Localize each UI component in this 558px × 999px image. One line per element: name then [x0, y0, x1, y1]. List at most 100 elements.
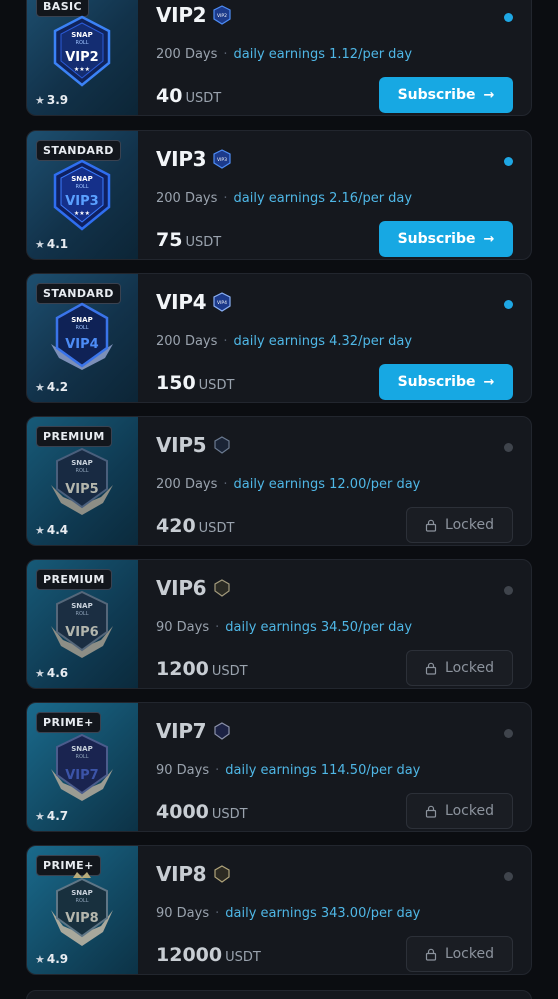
- emblem-brand-bottom: ROLL: [76, 325, 89, 331]
- subscribe-button[interactable]: Subscribe →: [379, 77, 513, 113]
- vip-badge-icon: VIP3: [213, 149, 231, 169]
- rating: ★ 4.1: [35, 237, 69, 251]
- svg-text:★★★: ★★★: [74, 66, 90, 73]
- vip-plan-card[interactable]: BASIC SNAP ROLL VIP2 ★★★ ★ 3.9 VIP2 VIP2 …: [26, 0, 532, 116]
- star-icon: ★: [35, 810, 45, 823]
- emblem-brand-top: SNAP: [71, 745, 92, 753]
- locked-button[interactable]: Locked: [406, 793, 513, 829]
- emblem-brand-bottom: ROLL: [76, 611, 89, 617]
- emblem-brand-top: SNAP: [71, 459, 92, 467]
- locked-button[interactable]: Locked: [406, 936, 513, 972]
- locked-button[interactable]: Locked: [406, 650, 513, 686]
- plan-meta: 90 Days · daily earnings 114.50/per day: [156, 763, 420, 778]
- vip-emblem-icon: SNAP ROLL VIP8: [49, 872, 115, 952]
- vip-plan-card[interactable]: STANDARD SNAP ROLL VIP4 ★ 4.2 VIP4 VIP4 2…: [26, 273, 532, 403]
- plan-price: 420 USDT: [156, 515, 234, 537]
- locked-button-label: Locked: [445, 660, 494, 676]
- plan-duration: 200 Days: [156, 47, 218, 62]
- meta-separator: ·: [223, 191, 228, 206]
- arrow-right-icon: →: [483, 87, 495, 103]
- daily-earnings: daily earnings 12.00/per day: [233, 477, 421, 492]
- daily-earnings: daily earnings 4.32/per day: [233, 334, 413, 349]
- vip-badge-icon: [214, 865, 230, 883]
- meta-separator: ·: [223, 477, 228, 492]
- plan-price: 75 USDT: [156, 229, 221, 251]
- plan-meta: 200 Days · daily earnings 1.12/per day: [156, 47, 412, 62]
- plan-price: 1200 USDT: [156, 658, 248, 680]
- emblem-brand-top: SNAP: [71, 602, 92, 610]
- emblem-label: VIP7: [65, 768, 98, 783]
- vip-badge-icon: [214, 722, 230, 740]
- price-value: 420: [156, 515, 196, 537]
- emblem-brand-bottom: ROLL: [76, 468, 89, 474]
- locked-button[interactable]: Locked: [406, 507, 513, 543]
- subscribe-button-label: Subscribe: [397, 87, 476, 103]
- plan-title: VIP7: [156, 719, 207, 743]
- vip-plan-card[interactable]: PREMIUM SNAP ROLL VIP6 ★ 4.6 VIP6 90 Days…: [26, 559, 532, 689]
- status-indicator: [504, 586, 513, 595]
- rating: ★ 4.6: [35, 666, 69, 680]
- vip-plan-card[interactable]: PREMIUM SNAP ROLL VIP5 ★ 4.4 VIP5 200 Day…: [26, 416, 532, 546]
- locked-button-label: Locked: [445, 946, 494, 962]
- daily-earnings: daily earnings 114.50/per day: [225, 763, 421, 778]
- emblem-brand-top: SNAP: [71, 31, 92, 39]
- vip-plan-card[interactable]: PRIME+ SNAP ROLL VIP7 ★ 4.7 VIP7 90 Days ·…: [26, 702, 532, 832]
- emblem-label: VIP6: [65, 625, 98, 640]
- price-unit: USDT: [185, 235, 222, 250]
- status-indicator: [504, 13, 513, 22]
- plan-duration: 90 Days: [156, 763, 210, 778]
- emblem-brand-bottom: ROLL: [76, 754, 89, 760]
- svg-text:VIP3: VIP3: [217, 157, 227, 163]
- vip-emblem-icon: SNAP ROLL VIP2 ★★★: [49, 13, 115, 93]
- rating: ★ 4.2: [35, 380, 69, 394]
- plan-thumbnail: STANDARD SNAP ROLL VIP4 ★ 4.2: [27, 274, 138, 402]
- vip-plan-card[interactable]: PRIME+ SNAP ROLL VIP8 ★ 4.9 VIP8 90 Days ·…: [26, 845, 532, 975]
- price-unit: USDT: [198, 378, 235, 393]
- svg-text:★★★: ★★★: [74, 210, 90, 217]
- arrow-right-icon: →: [483, 374, 495, 390]
- status-indicator: [504, 300, 513, 309]
- subscribe-button[interactable]: Subscribe →: [379, 221, 513, 257]
- price-unit: USDT: [198, 521, 235, 536]
- plan-meta: 200 Days · daily earnings 4.32/per day: [156, 334, 412, 349]
- lock-icon: [425, 519, 437, 532]
- price-value: 40: [156, 85, 183, 107]
- status-indicator: [504, 729, 513, 738]
- plan-meta: 90 Days · daily earnings 343.00/per day: [156, 906, 420, 921]
- star-icon: ★: [35, 238, 45, 251]
- plan-title: VIP6: [156, 576, 207, 600]
- plan-meta: 90 Days · daily earnings 34.50/per day: [156, 620, 412, 635]
- plan-price: 4000 USDT: [156, 801, 248, 823]
- meta-separator: ·: [215, 763, 220, 778]
- vip-badge-icon: [214, 436, 230, 454]
- arrow-right-icon: →: [483, 231, 495, 247]
- price-value: 12000: [156, 944, 223, 966]
- vip-plan-card[interactable]: STANDARD SNAP ROLL VIP3 ★★★ ★ 4.1 VIP3 VI…: [26, 130, 532, 260]
- emblem-label: VIP5: [65, 482, 98, 497]
- meta-separator: ·: [215, 620, 220, 635]
- status-indicator: [504, 157, 513, 166]
- star-icon: ★: [35, 94, 45, 107]
- vip-badge-icon: VIP4: [213, 292, 231, 312]
- plan-title: VIP5: [156, 433, 207, 457]
- lock-icon: [425, 948, 437, 961]
- plan-duration: 200 Days: [156, 191, 218, 206]
- lock-icon: [425, 662, 437, 675]
- emblem-brand-top: SNAP: [71, 316, 92, 324]
- price-value: 4000: [156, 801, 209, 823]
- emblem-brand-bottom: ROLL: [76, 184, 89, 190]
- vip-emblem-icon: SNAP ROLL VIP3 ★★★: [49, 157, 115, 237]
- rating: ★ 3.9: [35, 93, 69, 107]
- plan-title: VIP4: [156, 290, 207, 314]
- emblem-brand-bottom: ROLL: [76, 40, 89, 46]
- subscribe-button[interactable]: Subscribe →: [379, 364, 513, 400]
- price-unit: USDT: [211, 807, 248, 822]
- plan-thumbnail: PRIME+ SNAP ROLL VIP7 ★ 4.7: [27, 703, 138, 831]
- daily-earnings: daily earnings 2.16/per day: [233, 191, 413, 206]
- rating: ★ 4.7: [35, 809, 69, 823]
- emblem-brand-top: SNAP: [71, 175, 92, 183]
- plan-thumbnail: PRIME+ SNAP ROLL VIP8 ★ 4.9: [27, 846, 138, 974]
- vip-emblem-icon: SNAP ROLL VIP5: [49, 443, 115, 523]
- plan-thumbnail: PREMIUM SNAP ROLL VIP5 ★ 4.4: [27, 417, 138, 545]
- meta-separator: ·: [215, 906, 220, 921]
